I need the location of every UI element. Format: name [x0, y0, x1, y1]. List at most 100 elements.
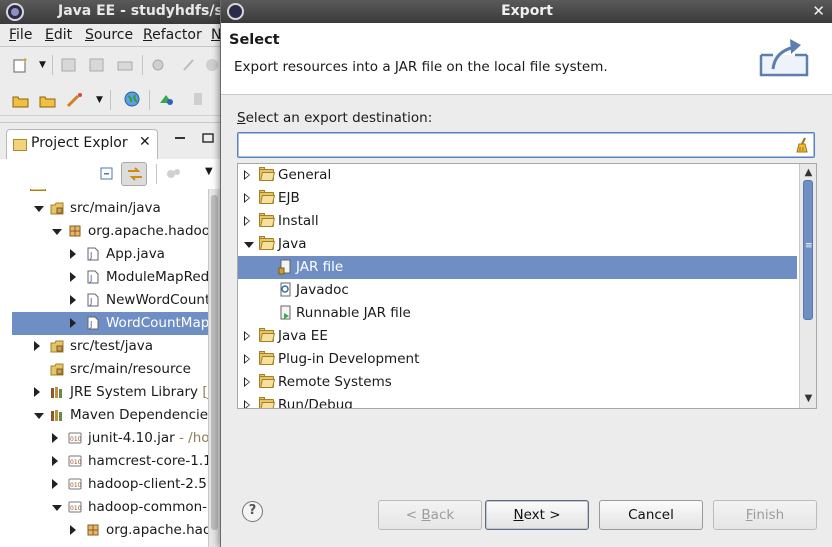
project-explorer-toolbar: ▼: [0, 159, 220, 189]
wand-dropdown-arrow-icon[interactable]: ▼: [96, 95, 103, 105]
maximize-view-icon[interactable]: [202, 133, 214, 143]
dialog-close-icon[interactable]: ✕: [812, 2, 825, 20]
collapsed-twisty-icon[interactable]: [244, 400, 250, 408]
tree-row[interactable]: src/main/resource: [0, 358, 208, 381]
tree-row[interactable]: src/main/java: [0, 197, 208, 220]
link-with-editor-toggle[interactable]: [121, 162, 147, 186]
collapsed-twisty-icon[interactable]: [70, 318, 76, 328]
collapsed-twisty-icon[interactable]: [70, 295, 76, 305]
tree-row[interactable]: J ModuleMapRed: [0, 266, 208, 289]
tree-row[interactable]: J App.java: [0, 243, 208, 266]
new-dropdown-arrow-icon[interactable]: ▼: [39, 60, 46, 70]
menu-file[interactable]: File: [9, 27, 32, 43]
wizard-tree-scrollbar[interactable]: ▲ ≡ ▼: [799, 164, 816, 408]
collapsed-twisty-icon[interactable]: [52, 456, 58, 466]
collapsed-twisty-icon[interactable]: [34, 387, 40, 397]
wizard-tree-row[interactable]: EJB: [238, 187, 797, 210]
wizard-tree-row[interactable]: Java: [238, 233, 797, 256]
svg-text:J: J: [89, 251, 92, 260]
main-toolbar-row-1: ▼: [0, 48, 220, 82]
tree-row[interactable]: org.apache.had: [0, 519, 208, 542]
cancel-button[interactable]: Cancel: [599, 500, 703, 530]
wizard-tree-row[interactable]: Run/Debug: [238, 394, 797, 408]
collapsed-twisty-icon[interactable]: [244, 216, 250, 226]
collapsed-twisty-icon[interactable]: [244, 193, 250, 203]
wizard-tree-row[interactable]: General: [238, 164, 797, 187]
expanded-twisty-icon[interactable]: [34, 413, 44, 419]
label-text: JRE System Library: [70, 384, 199, 400]
collapsed-twisty-icon[interactable]: [70, 272, 76, 282]
wizard-tree-row[interactable]: Install: [238, 210, 797, 233]
wand-icon[interactable]: [66, 92, 84, 108]
expanded-twisty-icon[interactable]: [52, 229, 62, 235]
globe-icon[interactable]: [123, 91, 141, 107]
collapse-all-icon[interactable]: [100, 167, 114, 181]
view-menu-icon[interactable]: ▼: [205, 166, 213, 177]
debug-server-icon[interactable]: [158, 91, 176, 107]
wizard-tree-row[interactable]: JAR file: [238, 256, 797, 279]
tree-row[interactable]: J NewWordCount: [0, 289, 208, 312]
runnable-jar-icon: [278, 305, 292, 321]
wizard-tree-row-label: Runnable JAR file: [296, 305, 411, 321]
expanded-twisty-icon[interactable]: [52, 505, 62, 511]
focus-on-active-task-icon: [167, 169, 180, 178]
scrollbar-thumb[interactable]: [211, 195, 218, 530]
expanded-twisty-icon[interactable]: [244, 242, 254, 248]
tree-row[interactable]: 010 hadoop-common-2: [0, 496, 208, 519]
minimize-view-icon[interactable]: [174, 133, 186, 143]
clear-filter-broom-icon[interactable]: [794, 137, 810, 153]
java-file-icon: J: [86, 293, 100, 307]
tree-row-label: src/test/java: [70, 338, 153, 354]
wizard-tree-row[interactable]: Plug-in Development: [238, 348, 797, 371]
open-folder-icon[interactable]: [39, 92, 57, 108]
folder-icon: [259, 167, 275, 181]
collapsed-twisty-icon[interactable]: [244, 331, 250, 341]
open-type-icon[interactable]: [12, 92, 30, 108]
scroll-up-arrow-icon[interactable]: ▲: [803, 167, 814, 178]
tab-close-icon[interactable]: ✕: [139, 134, 151, 150]
wizard-tree-row[interactable]: Runnable JAR file: [238, 302, 797, 325]
collapsed-twisty-icon[interactable]: [244, 354, 250, 364]
collapsed-twisty-icon[interactable]: [244, 170, 250, 180]
tree-row[interactable]: Maven Dependencies: [0, 404, 208, 427]
collapsed-twisty-icon[interactable]: [52, 433, 58, 443]
wizard-tree-row[interactable]: Java EE: [238, 325, 797, 348]
new-wizard-icon[interactable]: [12, 57, 30, 73]
tree-row[interactable]: 010 junit-4.10.jar - /hor: [0, 427, 208, 450]
label-text: WordCountMap: [106, 315, 208, 331]
next-button[interactable]: Next >: [485, 500, 589, 530]
wizard-tree-row[interactable]: Remote Systems: [238, 371, 797, 394]
collapsed-twisty-icon[interactable]: [70, 249, 76, 259]
collapsed-twisty-icon[interactable]: [70, 525, 76, 535]
help-button[interactable]: ?: [242, 501, 263, 522]
tree-row[interactable]: 010 hamcrest-core-1.1: [0, 450, 208, 473]
collapsed-twisty-icon[interactable]: [34, 341, 40, 351]
wizard-page-title: Select: [229, 32, 280, 48]
scroll-down-arrow-icon[interactable]: ▼: [803, 393, 814, 404]
tree-row[interactable]: JRE System Library [J: [0, 381, 208, 404]
save-icon: [61, 58, 76, 72]
wizard-tree-row-label: Java: [278, 236, 307, 252]
tree-row-label: Maven Dependencies: [70, 407, 208, 423]
project-explorer-scrollbar[interactable]: [208, 189, 220, 547]
back-button[interactable]: < Back: [378, 500, 482, 530]
expanded-twisty-icon[interactable]: [34, 206, 44, 212]
collapsed-twisty-icon[interactable]: [244, 377, 250, 387]
javadoc-icon: [278, 282, 292, 298]
wizard-tree-row-label: Remote Systems: [278, 374, 392, 390]
tree-row[interactable]: org.apache.hadoop: [0, 220, 208, 243]
tab-project-explorer[interactable]: Project Explor ✕: [6, 129, 158, 159]
finish-button[interactable]: Finish: [713, 500, 817, 530]
tree-row[interactable]: src/test/java: [0, 335, 208, 358]
tree-row[interactable]: J WordCountMap: [12, 312, 208, 335]
menu-refactor[interactable]: Refactor: [143, 27, 202, 43]
tree-row[interactable]: 010 hadoop-client-2.5.: [0, 473, 208, 496]
wizard-tree-row[interactable]: Javadoc: [238, 279, 797, 302]
tree-row-label: src/main/java: [70, 200, 161, 216]
menu-edit[interactable]: Edit: [45, 27, 72, 43]
menu-source[interactable]: Source: [85, 27, 133, 43]
jar-icon: 010: [68, 431, 82, 445]
package-folder-icon: [50, 339, 64, 353]
collapsed-twisty-icon[interactable]: [52, 479, 58, 489]
filter-input[interactable]: [242, 136, 782, 154]
